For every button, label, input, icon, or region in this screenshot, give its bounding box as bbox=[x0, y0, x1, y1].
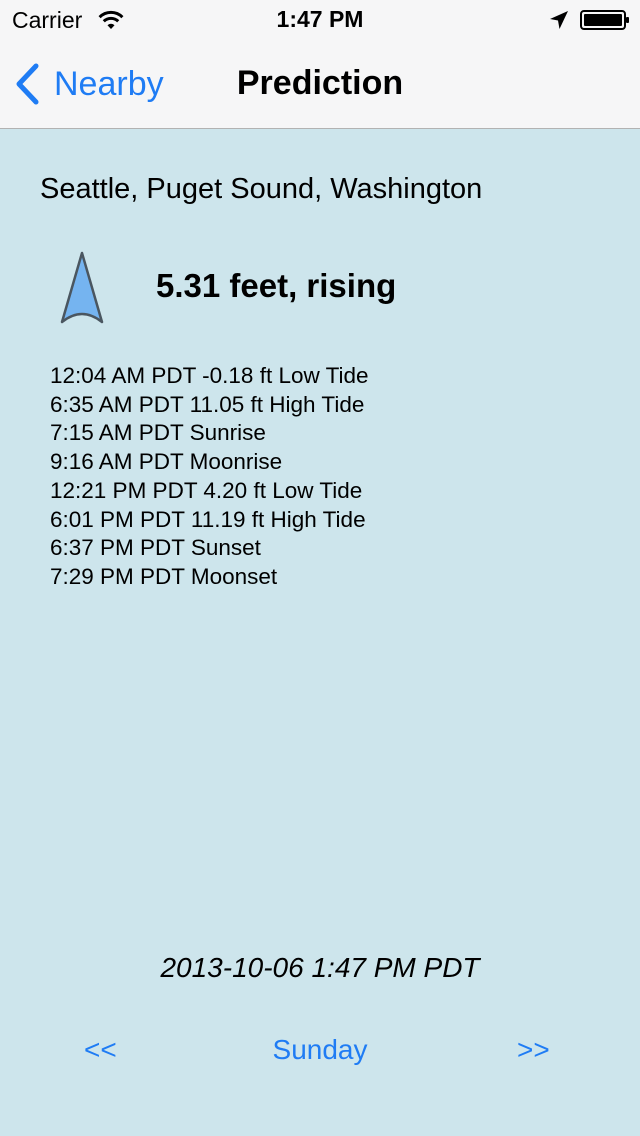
list-item: 6:35 AM PDT 11.05 ft High Tide bbox=[50, 391, 365, 417]
list-item: 6:01 PM PDT 11.19 ft High Tide bbox=[50, 506, 366, 532]
previous-day-button[interactable]: << bbox=[84, 1034, 117, 1066]
rising-tide-arrow-icon bbox=[60, 251, 104, 324]
list-item: 7:29 PM PDT Moonset bbox=[50, 563, 278, 589]
current-day-button[interactable]: Sunday bbox=[273, 1034, 368, 1065]
list-item: 12:04 AM PDT -0.18 ft Low Tide bbox=[50, 363, 369, 388]
battery-icon bbox=[580, 10, 629, 30]
tide-events-list: 12:04 AM PDT -0.18 ft Low Tide 6:35 AM P… bbox=[50, 362, 369, 592]
status-bar: Carrier 1:47 PM bbox=[0, 0, 640, 40]
list-item: 9:16 AM PDT Moonrise bbox=[50, 449, 283, 475]
prediction-timestamp: 2013-10-06 1:47 PM PDT bbox=[160, 952, 480, 983]
next-day-button[interactable]: >> bbox=[517, 1034, 550, 1066]
status-time: 1:47 PM bbox=[276, 6, 364, 32]
station-name: Seattle, Puget Sound, Washington bbox=[40, 173, 483, 205]
list-item: 12:21 PM PDT 4.20 ft Low Tide bbox=[50, 477, 363, 503]
prediction-screen: Carrier 1:47 PM Nearby Prediction Seattl… bbox=[0, 0, 640, 1136]
location-arrow-icon bbox=[550, 11, 568, 29]
list-item: 6:37 PM PDT Sunset bbox=[50, 535, 261, 561]
current-tide-level: 5.31 feet, rising bbox=[156, 267, 397, 304]
page-title: Prediction bbox=[236, 64, 404, 102]
navigation-bar: Carrier 1:47 PM Nearby Prediction bbox=[0, 0, 640, 129]
list-item: 7:15 AM PDT Sunrise bbox=[50, 420, 266, 446]
